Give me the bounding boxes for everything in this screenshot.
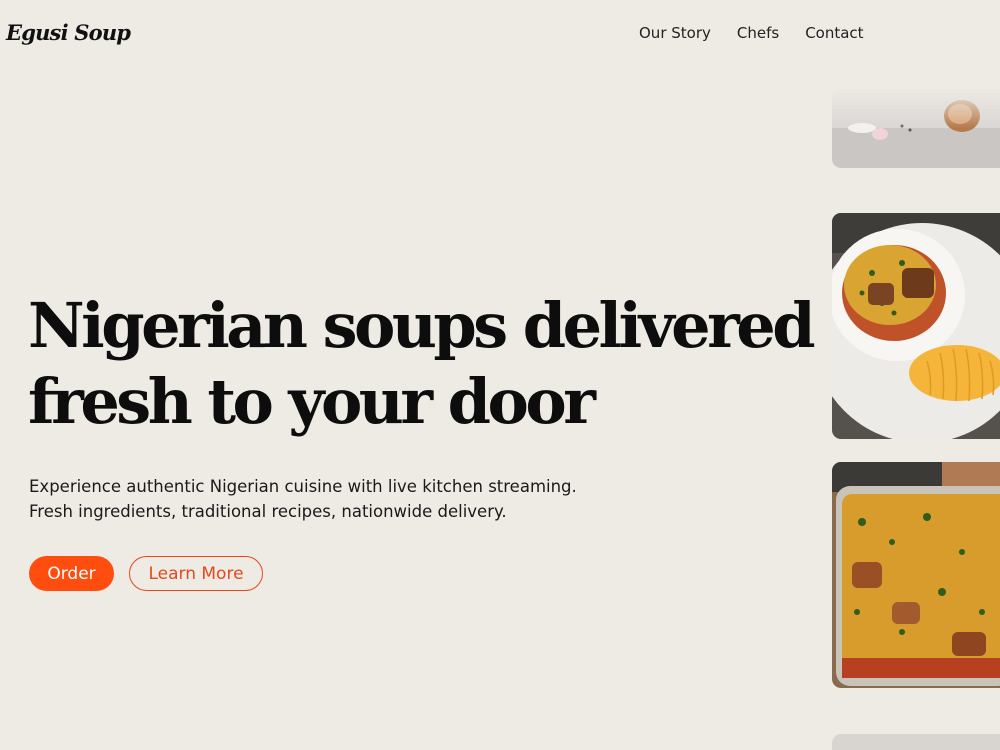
ingredients-photo (832, 88, 1000, 168)
hero-subtitle-line-1: Experience authentic Nigerian cuisine wi… (29, 477, 577, 496)
order-button[interactable]: Order (29, 556, 114, 591)
hero-title: Nigerian soups delivered fresh to your d… (28, 288, 816, 440)
egusi-soup-container-photo (832, 462, 1000, 688)
nav-contact[interactable]: Contact (805, 24, 863, 42)
hero-title-line-1: Nigerian soups delivered (28, 289, 816, 362)
nav-chefs[interactable]: Chefs (737, 24, 779, 42)
food-photo (832, 734, 1000, 750)
hero-subtitle-line-2: Fresh ingredients, traditional recipes, … (29, 502, 507, 521)
learn-more-button[interactable]: Learn More (129, 556, 263, 591)
main-nav: Our Story Chefs Contact (639, 24, 864, 42)
hero-title-line-2: fresh to your door (28, 365, 596, 438)
egusi-soup-with-eba-photo (832, 213, 1000, 439)
hero-subtitle: Experience authentic Nigerian cuisine wi… (29, 474, 629, 524)
brand-logo[interactable]: Egusi Soup (6, 20, 131, 45)
nav-our-story[interactable]: Our Story (639, 24, 711, 42)
